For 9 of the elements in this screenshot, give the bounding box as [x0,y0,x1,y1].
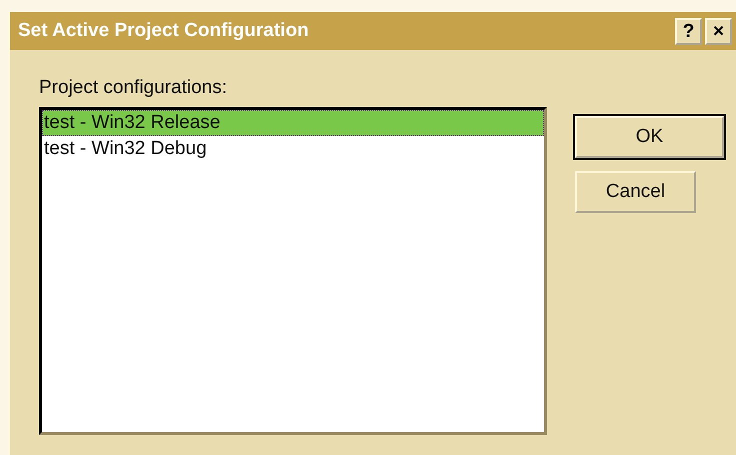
close-button[interactable]: × [705,18,732,44]
ok-button[interactable]: OK [575,116,724,158]
help-button[interactable]: ? [675,18,702,44]
list-item[interactable]: test - Win32 Release [42,110,544,136]
configuration-list[interactable]: test - Win32 Release test - Win32 Debug [39,106,547,434]
list-label: Project configurations: [39,76,228,100]
window-title: Set Active Project Configuration [18,18,310,43]
list-item[interactable]: test - Win32 Debug [42,136,544,162]
cancel-button[interactable]: Cancel [575,171,696,213]
